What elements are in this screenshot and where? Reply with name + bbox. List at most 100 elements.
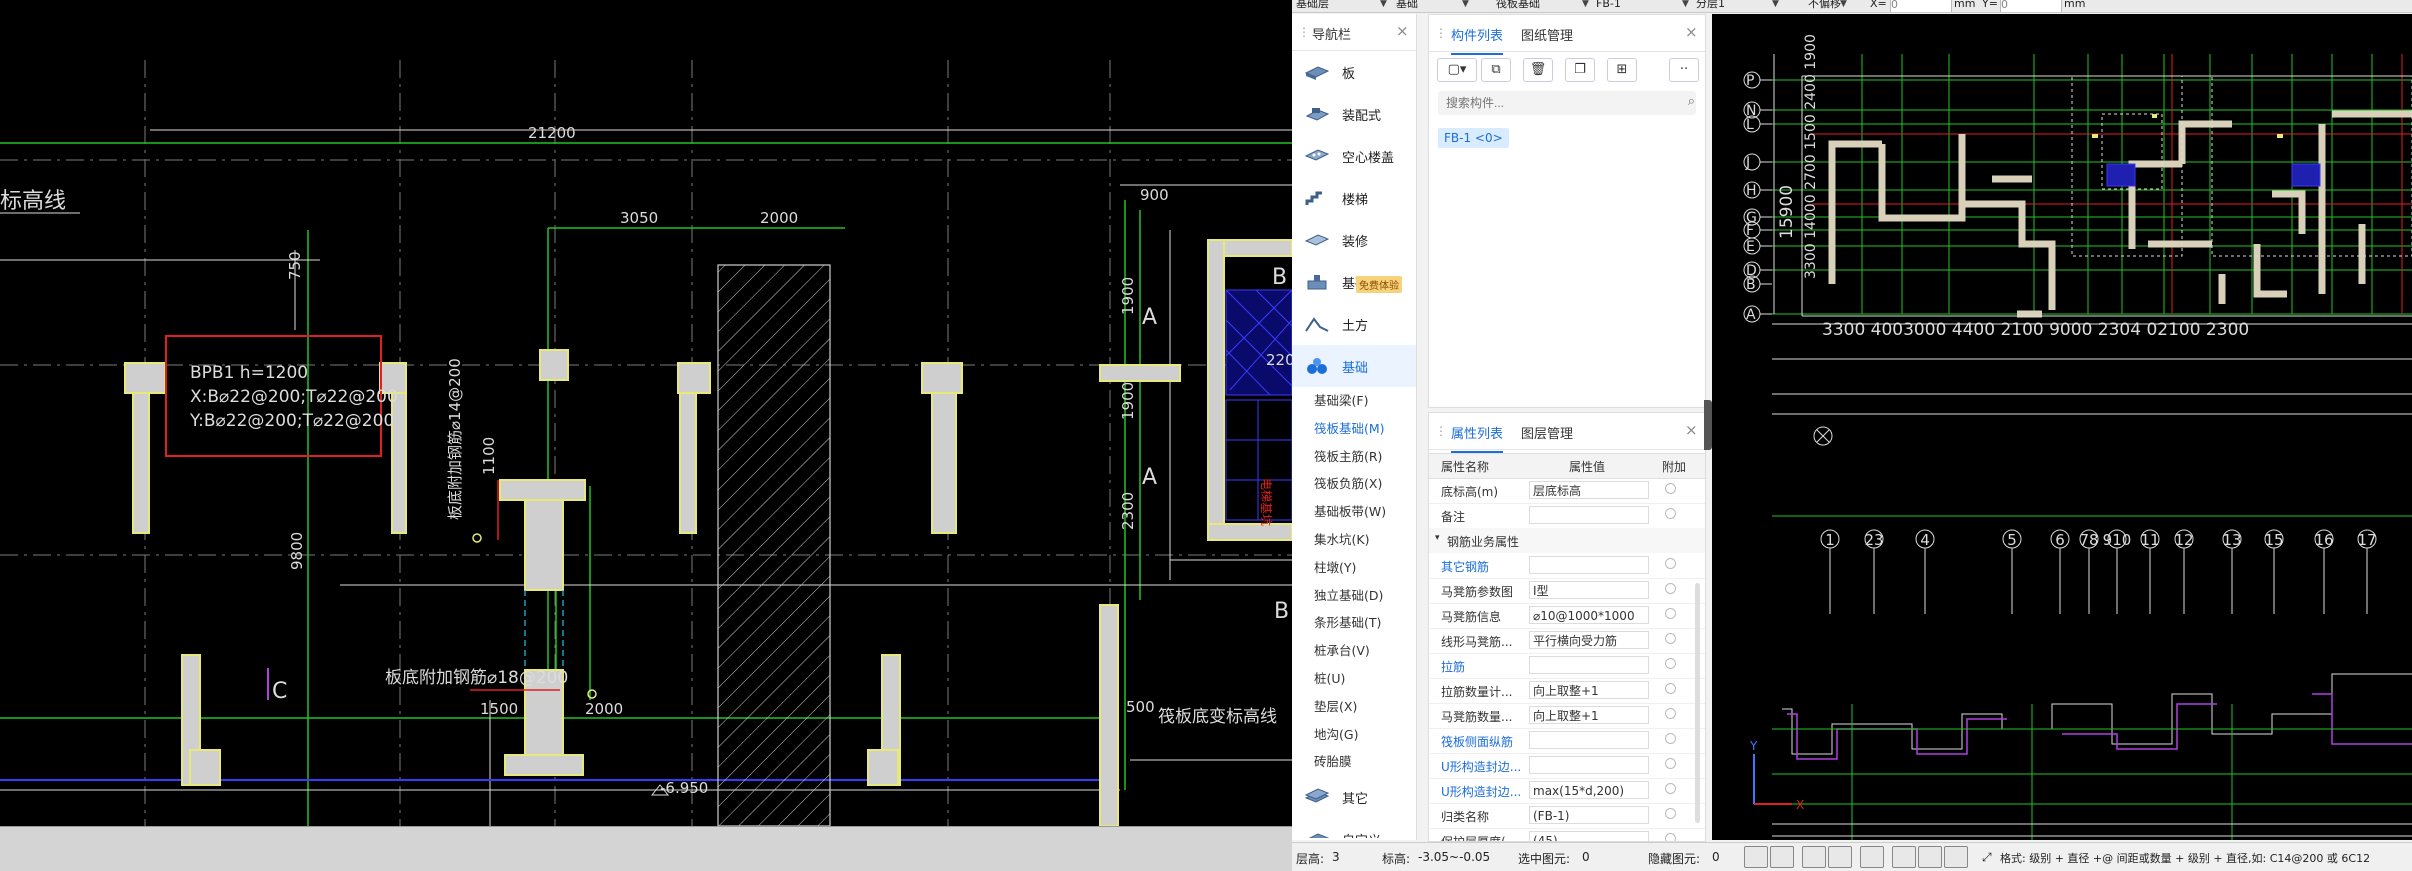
chevron-down-icon[interactable]: ▼ (1380, 0, 1387, 11)
nav-item-earthwork[interactable]: 土方 (1292, 303, 1416, 345)
chevron-down-icon[interactable]: ▼ (1772, 0, 1779, 11)
attach-radio[interactable] (1665, 483, 1676, 494)
property-row[interactable]: 马凳筋参数图 Ⅰ型 (1429, 578, 1705, 604)
more-options-button[interactable]: ·· (1669, 58, 1699, 82)
sub-item-pile[interactable]: 桩(U) (1292, 665, 1416, 693)
snap-rect-button[interactable] (1770, 846, 1794, 868)
comp-select[interactable]: FB-1 (1596, 0, 1621, 11)
left-view-scroll-strip[interactable] (0, 826, 1292, 871)
y-input[interactable]: 0 (2000, 0, 2062, 12)
attach-radio[interactable] (1665, 583, 1676, 594)
property-name[interactable]: 拉筋 (1441, 658, 1533, 675)
property-name[interactable]: 筏板侧面纵筋 (1441, 733, 1533, 750)
property-group-rebar[interactable]: ▾ 钢筋业务属性 (1429, 528, 1705, 553)
property-value[interactable] (1529, 506, 1649, 524)
fullscreen-icon[interactable]: ⤢ (1982, 850, 1992, 865)
attach-radio[interactable] (1665, 683, 1676, 694)
property-value[interactable]: 向上取整+1 (1529, 706, 1649, 724)
batch-select-button[interactable]: ⊞ (1607, 58, 1637, 82)
tab-property-list[interactable]: 属性列表 (1451, 423, 1504, 453)
property-value[interactable] (1529, 731, 1649, 749)
cad-canvas-left[interactable]: BPB1 h=1200 X:B⌀22@200;T⌀22@200 Y:B⌀22@2… (0, 0, 1292, 826)
sub-item-foundation-strip[interactable]: 基础板带(W) (1292, 498, 1416, 526)
sub-item-isolated-footing[interactable]: 独立基础(D) (1292, 582, 1416, 610)
sub-item-raft-foundation[interactable]: 筏板基础(M) (1292, 415, 1416, 443)
property-row[interactable]: 拉筋数量计... 向上取整+1 (1429, 678, 1705, 704)
property-row[interactable]: 其它钢筋 (1429, 553, 1705, 579)
chevron-down-icon[interactable]: ▼ (1582, 0, 1589, 11)
property-value[interactable] (1529, 556, 1649, 574)
property-row[interactable]: 拉筋 (1429, 653, 1705, 679)
property-row[interactable]: 马凳筋数量... 向上取整+1 (1429, 703, 1705, 729)
attach-radio[interactable] (1665, 658, 1676, 669)
nav-item-stairs[interactable]: 楼梯 (1292, 177, 1416, 219)
component-search-input[interactable] (1438, 91, 1696, 115)
property-name[interactable]: U形构造封边... (1441, 783, 1533, 800)
nav-item-custom[interactable]: 自定义 (1292, 818, 1416, 839)
attach-radio[interactable] (1665, 608, 1676, 619)
component-item-fb1[interactable]: FB-1 <0> (1438, 128, 1509, 148)
property-value[interactable] (1529, 756, 1649, 774)
property-value[interactable]: (45) (1529, 831, 1649, 841)
snap-ortho-button[interactable] (1860, 846, 1884, 868)
delete-component-button[interactable]: 🗑 (1523, 58, 1553, 82)
property-value[interactable]: 平行横向受力筋 (1529, 631, 1649, 649)
chevron-down-icon[interactable]: ▼ (1682, 0, 1689, 11)
copy-component-button[interactable]: ⧉ (1481, 58, 1511, 82)
property-row[interactable]: U形构造封边... max(15*d,200) (1429, 778, 1705, 804)
snap-angle-button[interactable] (1828, 846, 1852, 868)
drag-grip-icon[interactable]: ⋮ (1435, 26, 1447, 40)
property-row[interactable]: U形构造封边... (1429, 753, 1705, 779)
x-input[interactable]: 0 (1890, 0, 1952, 12)
property-row[interactable]: 保护层厚度(... (45) (1429, 828, 1705, 841)
sub-item-sump-pit[interactable]: 集水坑(K) (1292, 526, 1416, 554)
attach-radio[interactable] (1665, 708, 1676, 719)
drag-grip-icon[interactable]: ⋮ (1298, 25, 1310, 39)
sub-item-trench[interactable]: 地沟(G) (1292, 721, 1416, 749)
offset-select[interactable]: 不偏移 (1808, 0, 1841, 11)
property-value[interactable] (1529, 656, 1649, 674)
property-scrollbar[interactable] (1695, 583, 1700, 823)
property-row[interactable]: 马凳筋信息 ⌀10@1000*1000 (1429, 603, 1705, 629)
snap-grid-button[interactable] (1892, 846, 1916, 868)
sub-item-column-pier[interactable]: 柱墩(Y) (1292, 554, 1416, 582)
attach-radio[interactable] (1665, 833, 1676, 841)
property-value[interactable]: 层底标高 (1529, 481, 1649, 499)
type-select[interactable]: 基础 (1396, 0, 1418, 11)
sub-item-raft-main-rebar[interactable]: 筏板主筋(R) (1292, 443, 1416, 471)
property-value[interactable]: Ⅰ型 (1529, 581, 1649, 599)
property-value[interactable]: ⌀10@1000*1000 (1529, 606, 1649, 624)
attach-radio[interactable] (1665, 558, 1676, 569)
nav-item-foundation-group[interactable]: 基础 (1292, 345, 1416, 387)
collapse-icon[interactable]: ▾ (1435, 533, 1440, 543)
panel-collapse-handle[interactable] (1704, 400, 1712, 450)
property-value[interactable]: 向上取整+1 (1529, 681, 1649, 699)
tab-component-list[interactable]: 构件列表 (1451, 25, 1504, 55)
layer-copy-button[interactable]: ❐ (1565, 58, 1595, 82)
search-icon[interactable]: ⌕ (1688, 94, 1695, 109)
sub-item-cushion[interactable]: 垫层(X) (1292, 693, 1416, 721)
snap-point-button[interactable] (1918, 846, 1942, 868)
nav-item-slab[interactable]: 板 (1292, 51, 1416, 93)
property-row[interactable]: 筏板侧面纵筋 (1429, 728, 1705, 754)
close-icon[interactable]: × (1685, 23, 1698, 41)
snap-axis-button[interactable] (1744, 846, 1768, 868)
attach-radio[interactable] (1665, 783, 1676, 794)
layer-select[interactable]: 分层1 (1696, 0, 1725, 11)
tab-layer-management[interactable]: 图层管理 (1521, 423, 1573, 442)
nav-item-hollow-floor[interactable]: 空心楼盖 (1292, 135, 1416, 177)
sub-item-brick-formwork[interactable]: 砖胎膜 (1292, 748, 1416, 776)
floor-select[interactable]: 基础层 (1296, 0, 1329, 11)
sub-item-pile-cap[interactable]: 桩承台(V) (1292, 637, 1416, 665)
nav-item-prefab[interactable]: 装配式 (1292, 93, 1416, 135)
sub-item-foundation-beam[interactable]: 基础梁(F) (1292, 387, 1416, 415)
property-value[interactable]: (FB-1) (1529, 806, 1649, 824)
property-row-remark[interactable]: 备注 (1429, 503, 1705, 529)
sub-item-raft-neg-rebar[interactable]: 筏板负筋(X) (1292, 470, 1416, 498)
snap-cross-button[interactable] (1802, 846, 1826, 868)
property-name[interactable]: U形构造封边... (1441, 758, 1533, 775)
close-icon[interactable]: × (1396, 22, 1409, 40)
property-row-bottom-elev[interactable]: 底标高(m) 层底标高 (1429, 478, 1705, 504)
attach-radio[interactable] (1665, 733, 1676, 744)
property-row[interactable]: 归类名称 (FB-1) (1429, 803, 1705, 829)
